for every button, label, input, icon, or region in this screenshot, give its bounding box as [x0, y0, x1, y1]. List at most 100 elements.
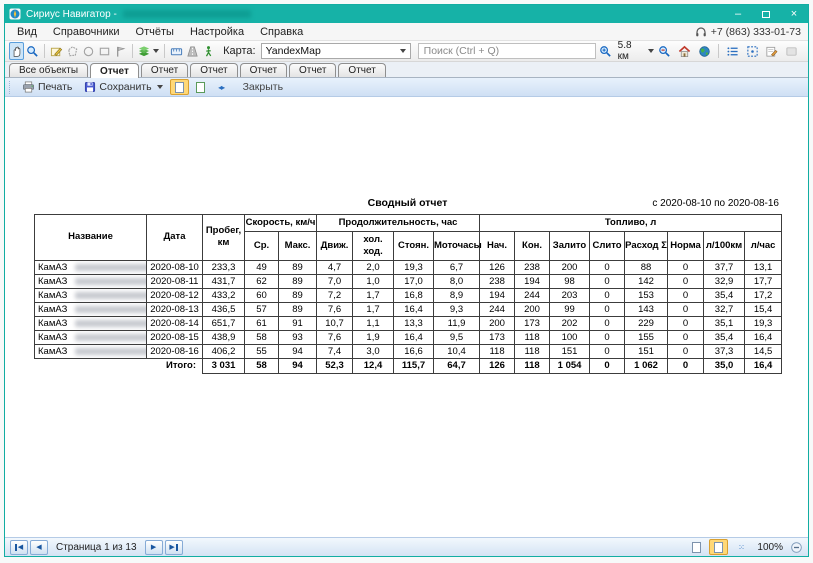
menu-item-2[interactable]: Отчёты [128, 23, 182, 40]
print-button[interactable]: Печать [17, 80, 77, 94]
prev-page-button[interactable]: ◀ [30, 540, 48, 555]
table-cell: 118 [515, 330, 550, 344]
window-title: Сириус Навигатор - [26, 9, 117, 20]
table-cell: 153 [625, 288, 668, 302]
home-button[interactable] [676, 42, 694, 60]
table-cell: 238 [515, 260, 550, 274]
polygon-tool-button[interactable] [65, 42, 80, 60]
layers-icon [137, 45, 151, 58]
tab-report-3[interactable]: Отчет [190, 63, 237, 77]
status-view-single-button[interactable] [687, 539, 706, 555]
table-cell: 202 [550, 316, 590, 330]
col-header-fuel-filled: Залито [550, 231, 590, 260]
zoom-search-button[interactable] [25, 42, 40, 60]
tab-all-objects[interactable]: Все объекты [9, 63, 88, 77]
first-page-icon [15, 544, 17, 551]
tab-report-6[interactable]: Отчет [338, 63, 385, 77]
minimize-button[interactable]: – [724, 5, 752, 23]
print-label: Печать [38, 81, 72, 93]
menu-item-3[interactable]: Настройка [182, 23, 252, 40]
flag-tool-button[interactable] [113, 42, 128, 60]
pan-tool-button[interactable] [9, 42, 24, 60]
save-button[interactable]: Сохранить [79, 80, 167, 94]
zoom-out-icon [658, 45, 671, 58]
view-page-width-button[interactable]: ◂▸ [212, 79, 231, 95]
total-engine-hours: 64,7 [434, 358, 480, 373]
table-row: КамАЗ2020-08-13436,557897,61,716,49,3244… [35, 302, 782, 316]
table-cell: 200 [480, 316, 515, 330]
table-cell: 8,9 [434, 288, 480, 302]
map-edit-icon [50, 45, 63, 58]
table-cell: 118 [480, 344, 515, 358]
vehicle-name-cell: КамАЗ [35, 330, 147, 344]
view-full-page-button[interactable] [191, 79, 210, 95]
status-bar: ◀ ◀ Страница 1 из 13 ▶ ▶ ⁙ 100% [5, 537, 808, 556]
fit-selection-button[interactable] [743, 42, 761, 60]
report-toolbar: Печать Сохранить ◂▸ Закрыть [5, 78, 808, 97]
col-header-moving: Движ. [317, 231, 353, 260]
maximize-button[interactable] [752, 5, 780, 23]
table-cell: 19,3 [394, 260, 434, 274]
menu-item-1[interactable]: Справочники [45, 23, 128, 40]
menu-item-0[interactable]: Вид [9, 23, 45, 40]
table-cell: 11,9 [434, 316, 480, 330]
pedestrian-icon [202, 45, 215, 58]
menu-item-4[interactable]: Справка [252, 23, 311, 40]
circle-tool-button[interactable] [81, 42, 96, 60]
pedestrian-button[interactable] [201, 42, 216, 60]
rect-tool-button[interactable] [97, 42, 112, 60]
next-page-button[interactable]: ▶ [145, 540, 163, 555]
table-cell: 1,0 [353, 274, 394, 288]
last-page-button[interactable]: ▶ [165, 540, 183, 555]
app-icon [9, 8, 21, 20]
zoom-in-button[interactable] [597, 42, 615, 60]
table-cell: 0 [668, 274, 704, 288]
table-cell: 49 [245, 260, 279, 274]
first-page-button[interactable]: ◀ [10, 540, 28, 555]
toolbar-separator [718, 44, 719, 58]
view-single-page-button[interactable] [170, 79, 189, 95]
table-cell: 194 [515, 274, 550, 288]
tab-report-4[interactable]: Отчет [240, 63, 287, 77]
total-moving: 52,3 [317, 358, 353, 373]
layers-button[interactable] [136, 42, 160, 60]
flag-icon [114, 45, 127, 58]
zoom-out-minus-icon[interactable] [790, 541, 803, 554]
total-fuel-100km: 35,0 [704, 358, 745, 373]
table-cell: 35,4 [704, 330, 745, 344]
table-cell: 238 [480, 274, 515, 288]
table-cell: 61 [245, 316, 279, 330]
table-cell: 32,7 [704, 302, 745, 316]
chevron-down-icon[interactable] [648, 49, 654, 53]
close-report-button[interactable]: Закрыть [243, 81, 283, 93]
table-cell: 173 [480, 330, 515, 344]
table-cell: 173 [515, 316, 550, 330]
measure-button[interactable] [169, 42, 184, 60]
globe-button[interactable] [695, 42, 713, 60]
table-cell: 57 [245, 302, 279, 316]
search-input[interactable] [418, 43, 596, 59]
save-icon [84, 81, 96, 93]
edit-note-button[interactable] [763, 42, 781, 60]
tab-report-2[interactable]: Отчет [141, 63, 188, 77]
close-button[interactable]: × [780, 5, 808, 23]
map-select[interactable]: YandexMap [261, 43, 411, 59]
toolbar-separator [164, 44, 165, 58]
zoom-out-button[interactable] [656, 42, 674, 60]
total-fuel-drained: 0 [590, 358, 625, 373]
map-edit-button[interactable] [49, 42, 64, 60]
tab-report-5[interactable]: Отчет [289, 63, 336, 77]
status-view-fit-button[interactable] [709, 539, 728, 555]
window-title-redacted [123, 10, 251, 18]
vehicle-plate-redacted [75, 306, 146, 313]
col-header-engine-hours: Моточасы [434, 231, 480, 260]
table-cell: 2020-08-11 [147, 274, 203, 288]
total-label: Итого: [35, 358, 203, 373]
tab-report-1[interactable]: Отчет [90, 63, 139, 78]
map-scale-value[interactable]: 5.8 км [618, 40, 644, 62]
object-list-button[interactable] [724, 42, 742, 60]
table-cell: 406,2 [203, 344, 245, 358]
table-cell: 229 [625, 316, 668, 330]
status-view-multi-button[interactable]: ⁙ [731, 539, 750, 555]
route-button[interactable] [185, 42, 200, 60]
